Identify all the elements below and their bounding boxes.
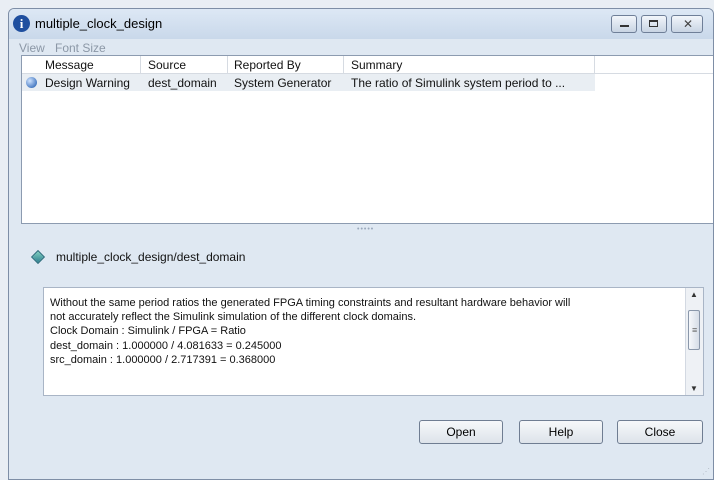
column-header-source[interactable]: Source [148,58,186,72]
column-header-summary[interactable]: Summary [351,58,402,72]
detail-text: Without the same period ratios the gener… [50,297,571,366]
scroll-down-icon[interactable]: ▼ [690,384,698,393]
block-icon [30,249,46,265]
scroll-thumb[interactable]: ≡ [688,310,700,350]
window-close-button[interactable]: ✕ [671,15,703,33]
column-divider [227,56,228,73]
minimize-icon [620,25,629,27]
resize-grip-icon[interactable]: ⋰ [702,467,710,476]
column-divider [343,56,344,73]
info-icon: i [13,15,30,32]
splitter-handle[interactable]: ••••• [357,226,374,233]
cell-reported-by: System Generator [234,76,332,90]
column-header-message[interactable]: Message [45,58,94,72]
warning-bullet-icon [26,77,37,88]
maximize-button[interactable] [641,15,667,33]
menu-font-size[interactable]: Font Size [55,41,106,55]
dialog-window: i multiple_clock_design ✕ View Font Size… [8,8,714,480]
cell-summary: The ratio of Simulink system period to .… [351,76,566,90]
scroll-up-icon[interactable]: ▲ [690,290,698,299]
title-bar[interactable]: i multiple_clock_design ✕ [9,9,713,39]
column-divider [594,56,595,73]
message-table: Message Source Reported By Summary Desig… [21,55,713,224]
block-path-label[interactable]: multiple_clock_design/dest_domain [56,250,245,264]
table-row[interactable]: Design Warning dest_domain System Genera… [22,74,595,91]
maximize-icon [649,20,658,27]
detail-textbox[interactable]: Without the same period ratios the gener… [43,287,704,396]
column-divider [140,56,141,73]
cell-message: Design Warning [45,76,130,90]
minimize-button[interactable] [611,15,637,33]
vertical-scrollbar[interactable]: ▲ ≡ ▼ [685,288,703,395]
thumb-grip-icon: ≡ [692,325,698,335]
close-icon: ✕ [683,17,694,31]
column-header-reported-by[interactable]: Reported By [234,58,301,72]
help-button[interactable]: Help [519,420,603,444]
open-button[interactable]: Open [419,420,503,444]
close-button[interactable]: Close [617,420,703,444]
table-header: Message Source Reported By Summary [22,56,713,74]
window-title: multiple_clock_design [35,16,163,31]
cell-source: dest_domain [148,76,217,90]
menu-view[interactable]: View [19,41,45,55]
